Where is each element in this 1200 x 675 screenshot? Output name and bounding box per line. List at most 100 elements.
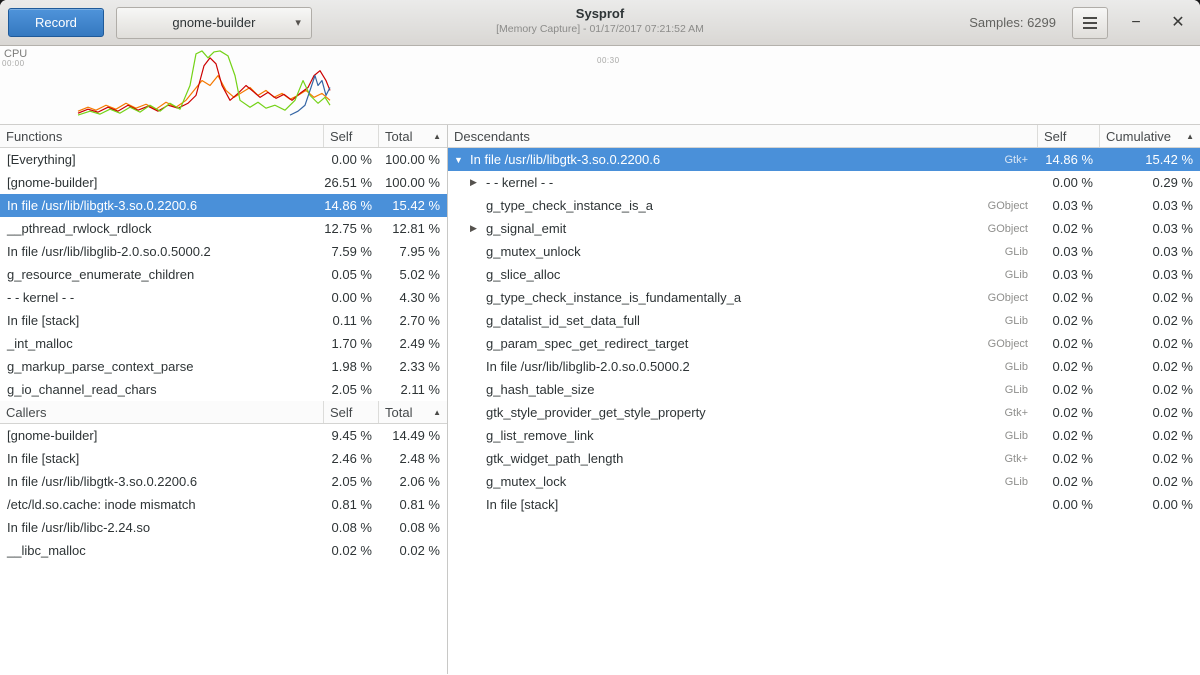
table-row[interactable]: g_list_remove_linkGLib0.02 %0.02 % <box>448 424 1200 447</box>
expand-arrow-icon[interactable]: ▶ <box>470 223 486 234</box>
function-name-cell: g_type_check_instance_is_fundamentally_a… <box>448 290 1038 305</box>
table-row[interactable]: In file [stack]2.46 %2.48 % <box>0 447 447 470</box>
self-value-cell: 0.02 % <box>1038 451 1100 466</box>
self-value-cell: 0.02 % <box>1038 336 1100 351</box>
cumulative-value-cell: 0.02 % <box>1100 428 1200 443</box>
table-row[interactable]: __libc_malloc0.02 %0.02 % <box>0 539 447 562</box>
functions-table: Functions Self Total ▲ [Everything]0.00 … <box>0 125 447 401</box>
column-header-callers[interactable]: Callers <box>0 401 324 423</box>
cumulative-value-cell: 0.03 % <box>1100 198 1200 213</box>
column-header-total[interactable]: Total ▲ <box>379 125 447 147</box>
cumulative-value-cell: 0.02 % <box>1100 313 1200 328</box>
table-row[interactable]: g_hash_table_sizeGLib0.02 %0.02 % <box>448 378 1200 401</box>
table-row[interactable]: [Everything]0.00 %100.00 % <box>0 148 447 171</box>
self-value-cell: 2.46 % <box>324 451 379 466</box>
table-row[interactable]: g_slice_allocGLib0.03 %0.03 % <box>448 263 1200 286</box>
table-row[interactable]: /etc/ld.so.cache: inode mismatch0.81 %0.… <box>0 493 447 516</box>
function-name-cell: gtk_widget_path_lengthGtk+ <box>448 451 1038 466</box>
library-badge: GLib <box>1005 384 1038 396</box>
table-row[interactable]: g_mutex_unlockGLib0.03 %0.03 % <box>448 240 1200 263</box>
table-row[interactable]: ▶- - kernel - -0.00 %0.29 % <box>448 171 1200 194</box>
table-row[interactable]: In file /usr/lib/libgtk-3.so.0.2200.614.… <box>0 194 447 217</box>
column-header-self[interactable]: Self <box>324 125 379 147</box>
table-row[interactable]: gtk_widget_path_lengthGtk+0.02 %0.02 % <box>448 447 1200 470</box>
self-value-cell: 14.86 % <box>1038 152 1100 167</box>
table-row[interactable]: - - kernel - -0.00 %4.30 % <box>0 286 447 309</box>
table-row[interactable]: g_io_channel_read_chars2.05 %2.11 % <box>0 378 447 401</box>
function-name-cell: In file [stack] <box>0 313 324 328</box>
column-header-descendants[interactable]: Descendants <box>448 125 1038 147</box>
collapse-arrow-icon[interactable]: ▼ <box>454 155 470 165</box>
function-name-cell: g_list_remove_linkGLib <box>448 428 1038 443</box>
sort-indicator-icon: ▲ <box>433 408 441 417</box>
process-selector-value: gnome-builder <box>172 15 255 30</box>
table-row[interactable]: g_resource_enumerate_children0.05 %5.02 … <box>0 263 447 286</box>
expand-arrow-icon[interactable]: ▶ <box>470 177 486 188</box>
function-name-cell: ▶g_signal_emitGObject <box>448 221 1038 236</box>
function-name-cell: In file /usr/lib/libc-2.24.so <box>0 520 324 535</box>
cumulative-value-cell: 0.02 % <box>1100 451 1200 466</box>
descendants-table-header: Descendants Self Cumulative ▲ <box>448 125 1200 148</box>
record-button[interactable]: Record <box>8 8 104 37</box>
table-row[interactable]: g_mutex_lockGLib0.02 %0.02 % <box>448 470 1200 493</box>
table-row[interactable]: gtk_style_provider_get_style_propertyGtk… <box>448 401 1200 424</box>
self-value-cell: 0.02 % <box>1038 428 1100 443</box>
total-value-cell: 15.42 % <box>379 198 447 213</box>
close-button[interactable]: ✕ <box>1164 9 1192 37</box>
table-row[interactable]: In file [stack]0.11 %2.70 % <box>0 309 447 332</box>
table-row[interactable]: In file /usr/lib/libgtk-3.so.0.2200.62.0… <box>0 470 447 493</box>
table-row[interactable]: In file /usr/lib/libglib-2.0.so.0.5000.2… <box>0 240 447 263</box>
process-selector-dropdown[interactable]: gnome-builder ▾ <box>116 7 312 39</box>
table-row[interactable]: ▼In file /usr/lib/libgtk-3.so.0.2200.6Gt… <box>448 148 1200 171</box>
column-header-self[interactable]: Self <box>1038 125 1100 147</box>
column-header-functions[interactable]: Functions <box>0 125 324 147</box>
function-name: g_param_spec_get_redirect_target <box>486 336 688 351</box>
self-value-cell: 2.05 % <box>324 382 379 397</box>
table-row[interactable]: g_param_spec_get_redirect_target GObject0… <box>448 332 1200 355</box>
self-value-cell: 0.03 % <box>1038 244 1100 259</box>
table-row[interactable]: In file [stack]0.00 %0.00 % <box>448 493 1200 516</box>
library-badge: GLib <box>1005 361 1038 373</box>
column-header-self[interactable]: Self <box>324 401 379 423</box>
table-row[interactable]: g_type_check_instance_is_fundamentally_a… <box>448 286 1200 309</box>
menu-button[interactable] <box>1072 7 1108 39</box>
self-value-cell: 0.02 % <box>1038 290 1100 305</box>
minimize-button[interactable]: − <box>1122 9 1150 37</box>
table-row[interactable]: ▶g_signal_emitGObject0.02 %0.03 % <box>448 217 1200 240</box>
table-row[interactable]: __pthread_rwlock_rdlock12.75 %12.81 % <box>0 217 447 240</box>
table-row[interactable]: In file /usr/lib/libglib-2.0.so.0.5000.2… <box>448 355 1200 378</box>
cumulative-value-cell: 15.42 % <box>1100 152 1200 167</box>
cpu-graph[interactable]: CPU 00:00 00:30 <box>0 46 1200 125</box>
total-value-cell: 4.30 % <box>379 290 447 305</box>
self-value-cell: 7.59 % <box>324 244 379 259</box>
column-header-cumulative[interactable]: Cumulative ▲ <box>1100 125 1200 147</box>
main-content: Functions Self Total ▲ [Everything]0.00 … <box>0 125 1200 674</box>
function-name-cell: g_type_check_instance_is_aGObject <box>448 198 1038 213</box>
samples-count: Samples: 6299 <box>969 15 1072 30</box>
right-pane: Descendants Self Cumulative ▲ ▼In file /… <box>448 125 1200 674</box>
total-value-cell: 0.02 % <box>379 543 447 558</box>
function-name-cell: In file /usr/lib/libgtk-3.so.0.2200.6 <box>0 474 324 489</box>
function-name: gtk_widget_path_length <box>486 451 623 466</box>
table-row[interactable]: g_type_check_instance_is_aGObject0.03 %0… <box>448 194 1200 217</box>
table-row[interactable]: _int_malloc1.70 %2.49 % <box>0 332 447 355</box>
self-value-cell: 0.02 % <box>1038 313 1100 328</box>
function-name-cell: g_mutex_lockGLib <box>448 474 1038 489</box>
time-label-start: 00:00 <box>2 59 25 68</box>
table-row[interactable]: g_datalist_id_set_data_fullGLib0.02 %0.0… <box>448 309 1200 332</box>
table-row[interactable]: In file /usr/lib/libc-2.24.so0.08 %0.08 … <box>0 516 447 539</box>
table-row[interactable]: [gnome-builder]9.45 %14.49 % <box>0 424 447 447</box>
chevron-down-icon: ▾ <box>295 16 301 29</box>
self-value-cell: 0.02 % <box>1038 405 1100 420</box>
table-row[interactable]: g_markup_parse_context_parse1.98 %2.33 % <box>0 355 447 378</box>
library-badge: GObject <box>988 223 1038 235</box>
table-row[interactable]: [gnome-builder]26.51 %100.00 % <box>0 171 447 194</box>
function-name-cell: ▶- - kernel - - <box>448 175 1038 190</box>
left-pane: Functions Self Total ▲ [Everything]0.00 … <box>0 125 448 674</box>
cumulative-value-cell: 0.03 % <box>1100 267 1200 282</box>
self-value-cell: 0.02 % <box>1038 221 1100 236</box>
column-header-total[interactable]: Total ▲ <box>379 401 447 423</box>
library-badge: GObject <box>988 338 1038 350</box>
cumulative-value-cell: 0.29 % <box>1100 175 1200 190</box>
self-value-cell: 0.03 % <box>1038 198 1100 213</box>
